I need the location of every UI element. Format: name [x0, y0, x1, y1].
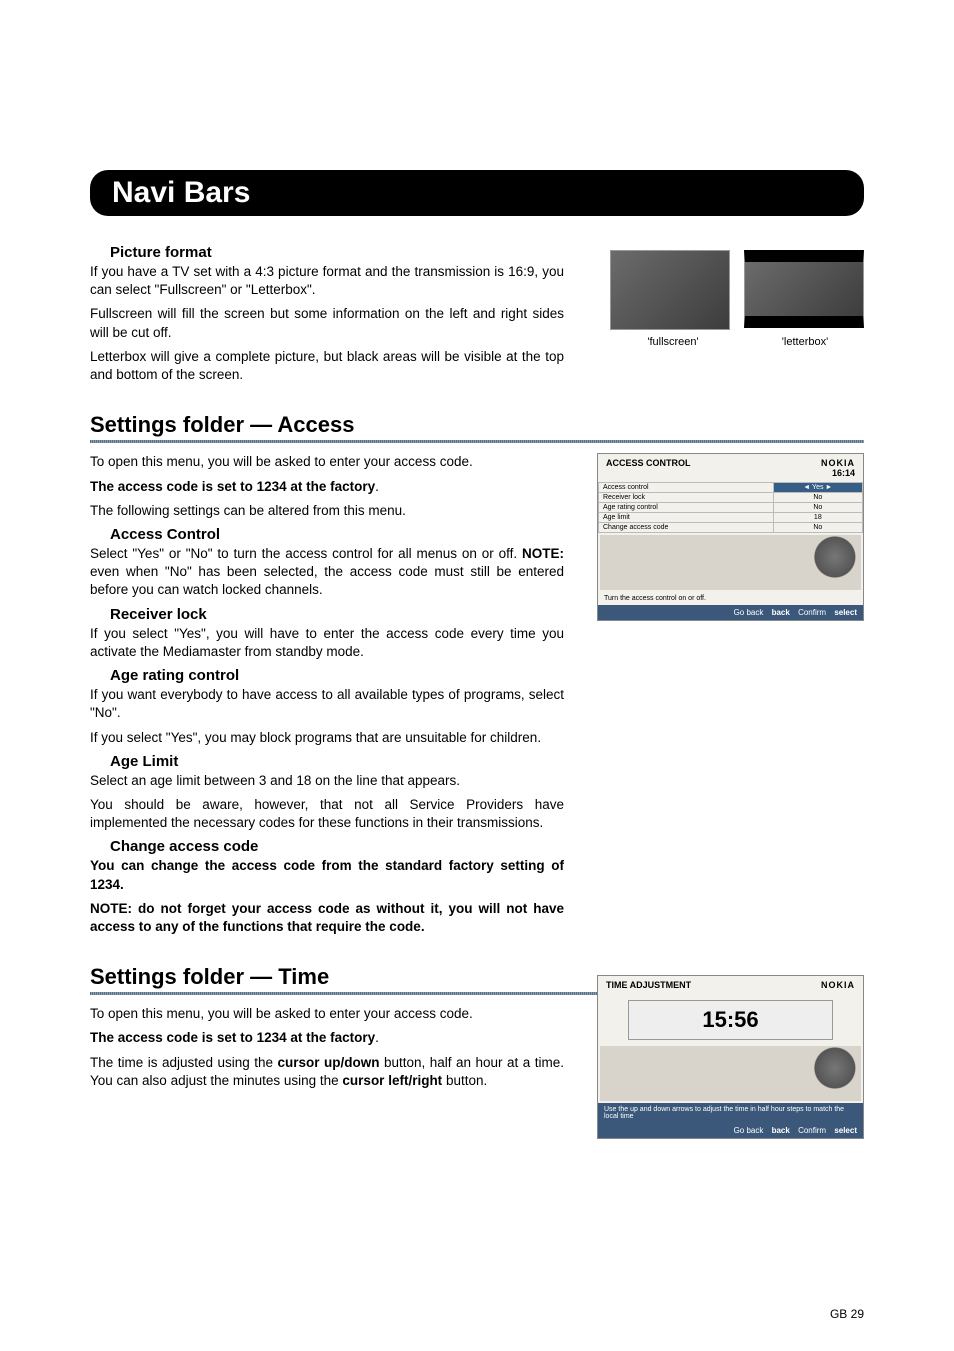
change-code-p2: NOTE: do not forget your access code as …	[90, 900, 564, 936]
screen-title: TIME ADJUSTMENT	[606, 980, 691, 990]
pf-p3: Letterbox will give a complete picture, …	[90, 348, 564, 384]
table-row: Receiver lockNo	[599, 493, 863, 503]
image-letterbox-sample	[744, 250, 864, 328]
page-title-bar: Navi Bars	[90, 170, 864, 216]
heading-picture-format: Picture format	[110, 244, 564, 261]
access-intro1: To open this menu, you will be asked to …	[90, 453, 564, 471]
screenshot-time-adjustment: TIME ADJUSTMENT NOKIA 15:56 Use the up a…	[597, 975, 864, 1139]
access-menu-table: Access control◄ Yes ► Receiver lockNo Ag…	[598, 482, 863, 533]
access-intro3: The following settings can be altered fr…	[90, 502, 564, 520]
table-row: Age limit18	[599, 513, 863, 523]
age-rating-p2: If you select "Yes", you may block progr…	[90, 729, 564, 747]
page-number: GB 29	[830, 1307, 864, 1321]
brand-label: NOKIA	[821, 458, 855, 468]
heading-receiver-lock: Receiver lock	[110, 606, 564, 623]
heading-change-code: Change access code	[110, 838, 564, 855]
screen-hint: Use the up and down arrows to adjust the…	[598, 1103, 863, 1123]
heading-access-control: Access Control	[110, 526, 564, 543]
age-limit-p2: You should be aware, however, that not a…	[90, 796, 564, 832]
table-row: Age rating controlNo	[599, 503, 863, 513]
screen-clock: 16:14	[832, 468, 855, 478]
time-intro2: The access code is set to 1234 at the fa…	[90, 1029, 564, 1047]
table-row: Access control◄ Yes ►	[599, 483, 863, 493]
access-intro2: The access code is set to 1234 at the fa…	[90, 478, 564, 496]
receiver-lock-p1: If you select "Yes", you will have to en…	[90, 625, 564, 661]
heading-age-rating: Age rating control	[110, 667, 564, 684]
caption-fullscreen: 'fullscreen'	[614, 336, 732, 348]
time-intro1: To open this menu, you will be asked to …	[90, 1005, 564, 1023]
gear-icon	[600, 1046, 861, 1101]
age-limit-p1: Select an age limit between 3 and 18 on …	[90, 772, 564, 790]
brand-label: NOKIA	[821, 980, 855, 990]
divider	[90, 440, 864, 443]
page-title: Navi Bars	[112, 176, 842, 210]
time-value: 15:56	[628, 1000, 833, 1040]
screen-footer: Go back back Confirm select	[598, 605, 863, 620]
time-p1: The time is adjusted using the cursor up…	[90, 1054, 564, 1090]
screen-hint: Turn the access control on or off.	[598, 592, 863, 605]
caption-letterbox: 'letterbox'	[746, 336, 864, 348]
pf-p1: If you have a TV set with a 4:3 picture …	[90, 263, 564, 299]
screenshot-access-control: ACCESS CONTROL NOKIA 16:14 Access contro…	[597, 453, 864, 621]
screen-footer: Go back back Confirm select	[598, 1123, 863, 1138]
gear-icon	[600, 535, 861, 590]
heading-settings-access: Settings folder — Access	[90, 412, 864, 438]
image-fullscreen-sample	[610, 250, 730, 330]
access-control-p1: Select "Yes" or "No" to turn the access …	[90, 545, 564, 600]
age-rating-p1: If you want everybody to have access to …	[90, 686, 564, 722]
heading-age-limit: Age Limit	[110, 753, 564, 770]
pf-p2: Fullscreen will fill the screen but some…	[90, 305, 564, 341]
table-row: Change access codeNo	[599, 523, 863, 533]
change-code-p1: You can change the access code from the …	[90, 857, 564, 893]
screen-title: ACCESS CONTROL	[606, 458, 691, 478]
